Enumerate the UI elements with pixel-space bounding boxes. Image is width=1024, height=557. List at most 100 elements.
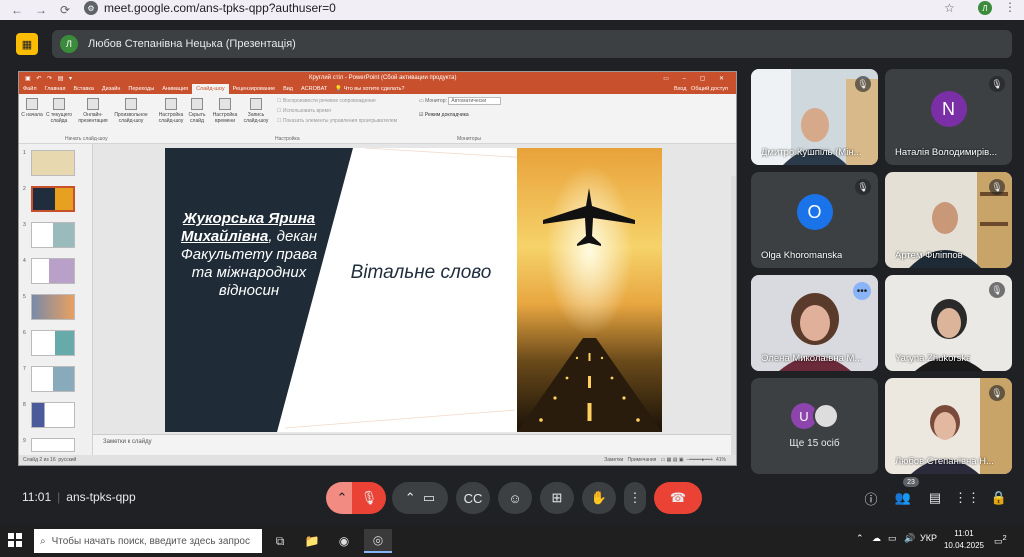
participant-tile[interactable]: 🎙 Дмитро Кушпіль (Мін... — [751, 69, 878, 165]
more-options-icon[interactable]: ••• — [853, 282, 871, 300]
account-area[interactable]: Вход Общий доступ — [674, 86, 728, 92]
tab-home[interactable]: Главная — [41, 86, 70, 92]
cloud-icon[interactable]: ☁ — [872, 533, 881, 544]
record-show-button[interactable]: Запись слайд-шоу — [241, 98, 271, 124]
address-bar[interactable]: ⚙ meet.google.com/ans-tpks-qpp?authuser=… — [84, 0, 974, 16]
volume-icon[interactable]: 🔊 — [904, 533, 915, 544]
more-participants-tile[interactable]: U Ще 15 осіб — [751, 378, 878, 474]
mic-off-icon: 🎙 — [989, 282, 1005, 298]
slide-thumb[interactable] — [31, 150, 75, 176]
reload-icon[interactable]: ⟳ — [56, 1, 74, 19]
slide-thumb[interactable] — [31, 294, 75, 320]
from-current-button[interactable]: С текущего слайда — [45, 98, 73, 124]
tab-insert[interactable]: Вставка — [69, 86, 97, 92]
chrome-icon[interactable]: ◎ — [364, 529, 392, 553]
slide-thumb[interactable] — [31, 402, 75, 428]
presenter-view-checkbox[interactable]: ☑ Режим докладчика — [419, 112, 469, 118]
custom-show-button[interactable]: Произвольное слайд-шоу — [113, 98, 149, 124]
timings-checkbox[interactable]: ☐ Использовать время — [277, 108, 331, 114]
comments-toggle[interactable]: Примечания — [628, 457, 657, 463]
participant-tile[interactable]: 🎙 Любов Степанівна Н... — [885, 378, 1012, 474]
online-presentation-button[interactable]: Онлайн-презентация — [77, 98, 109, 124]
task-view-icon[interactable]: ⧉ — [266, 529, 294, 553]
slide-thumb[interactable] — [31, 222, 75, 248]
chat-icon[interactable]: ▤ — [926, 489, 944, 507]
tab-review[interactable]: Рецензирование — [229, 86, 279, 92]
reactions-button[interactable]: ☺ — [498, 482, 532, 514]
participant-tile[interactable]: 🎙 Артем Філіппов — [885, 172, 1012, 268]
monitor-value: Автоматически — [448, 97, 502, 105]
quick-access-icons[interactable]: ▣ ↶ ↷ ▤ ▾ — [25, 75, 74, 82]
windows-start-icon[interactable] — [8, 533, 22, 547]
current-slide[interactable]: Жукорська Ярина Михайлівна, декан Факуль… — [165, 148, 662, 432]
tab-view[interactable]: Вид — [279, 86, 297, 92]
raise-hand-button[interactable]: ✋ — [582, 482, 616, 514]
microphone-toggle[interactable]: 🎙 — [352, 482, 386, 514]
captions-button[interactable]: CC — [456, 482, 490, 514]
window-controls[interactable]: ▭ – ▢ ✕ — [663, 75, 730, 82]
slide-thumb[interactable] — [31, 330, 75, 356]
participant-name: Olga Khoromanska — [761, 250, 843, 261]
vertical-scrollbar[interactable] — [731, 176, 736, 458]
participant-tile[interactable]: N 🎙 Наталія Володимирів... — [885, 69, 1012, 165]
notification-icon[interactable]: ▭2 — [994, 533, 1007, 547]
monitor-select[interactable]: ▭ Монитор: Автоматически — [419, 97, 502, 105]
participant-tile[interactable]: O 🎙 Olga Khoromanska — [751, 172, 878, 268]
activities-icon[interactable]: ⋮⋮ — [954, 489, 980, 507]
info-icon[interactable]: ⓘ — [862, 489, 880, 507]
participant-tile[interactable]: 🎙 Yaryna Zhukorska — [885, 275, 1012, 371]
zoom-level[interactable]: 41% — [716, 457, 726, 463]
people-icon[interactable]: 👥 — [894, 489, 912, 507]
participant-tile-active-speaker[interactable]: ••• Олена Миколаївна М... — [751, 275, 878, 371]
camera-toggle[interactable]: ⌃ ▭ — [392, 482, 448, 514]
from-beginning-button[interactable]: С начала — [21, 98, 43, 118]
tab-design[interactable]: Дизайн — [98, 86, 125, 92]
host-controls-icon[interactable]: 🔒 — [990, 489, 1008, 507]
bookmark-star-icon[interactable]: ☆ — [944, 1, 955, 15]
sign-in-link[interactable]: Вход — [674, 86, 686, 92]
setup-show-button[interactable]: Настройка слайд-шоу — [157, 98, 185, 124]
present-button[interactable]: ⊞ — [540, 482, 574, 514]
language-indicator[interactable]: УКР — [920, 533, 937, 543]
custom-show-icon — [125, 98, 137, 110]
tab-animations[interactable]: Анимация — [158, 86, 192, 92]
tab-slideshow[interactable]: Слайд-шоу — [192, 84, 229, 94]
notes-toggle[interactable]: Заметки — [604, 457, 623, 463]
profile-avatar[interactable]: Л — [978, 1, 992, 15]
more-options-button[interactable]: ⋮ — [624, 482, 646, 514]
network-icon[interactable]: ▭ — [888, 533, 897, 544]
slide-counter: Слайд 2 из 16 — [23, 457, 56, 463]
presentation-icon[interactable]: ▦ — [16, 33, 38, 55]
thumb-number: 6 — [23, 330, 26, 336]
slide-thumb[interactable] — [31, 186, 75, 212]
tab-acrobat[interactable]: ACROBAT — [297, 86, 331, 92]
clock-date: 10.04.2025 — [943, 541, 985, 550]
taskbar-search[interactable]: ⌕ Чтобы начать поиск, введите здесь запр… — [34, 529, 262, 553]
system-clock[interactable]: 11:01 10.04.2025 — [942, 528, 986, 552]
tab-transitions[interactable]: Переходы — [124, 86, 158, 92]
back-arrow-icon[interactable]: ← — [8, 1, 26, 19]
slide-thumb[interactable] — [31, 366, 75, 392]
controls-checkbox[interactable]: ☐ Показать элементы управления проигрыва… — [277, 118, 397, 124]
tray-chevron-icon[interactable]: ⌃ — [856, 533, 864, 544]
meeting-code[interactable]: ans-tpks-qpp — [66, 490, 135, 504]
browser-menu-icon[interactable]: ⋮ — [1004, 0, 1016, 14]
file-explorer-icon[interactable]: 📁 — [298, 529, 326, 553]
view-buttons[interactable]: ▭ ▦ ▤ ▣ — [661, 457, 684, 463]
record-icon — [250, 98, 262, 110]
share-button[interactable]: Общий доступ — [691, 86, 728, 92]
leave-call-button[interactable]: ☎ — [654, 482, 702, 514]
tell-me-box[interactable]: 💡 Что вы хотите сделать? — [331, 86, 408, 92]
tab-file[interactable]: Файл — [19, 86, 41, 92]
app-icon[interactable]: ◉ — [330, 529, 358, 553]
site-info-icon[interactable]: ⚙ — [84, 1, 98, 15]
hide-slide-button[interactable]: Скрыть слайд — [185, 98, 209, 124]
slide-thumb[interactable] — [31, 438, 75, 452]
notes-placeholder: Заметки к слайду — [103, 439, 152, 445]
notes-pane[interactable]: Заметки к слайду — [93, 434, 736, 456]
slide-thumb[interactable] — [31, 258, 75, 284]
narration-checkbox[interactable]: ☐ Воспроизвести речевое сопровождение — [277, 98, 376, 104]
language-indicator[interactable]: русский — [58, 457, 76, 463]
forward-arrow-icon[interactable]: → — [32, 1, 50, 19]
rehearse-timings-button[interactable]: Настройка времени — [211, 98, 239, 124]
